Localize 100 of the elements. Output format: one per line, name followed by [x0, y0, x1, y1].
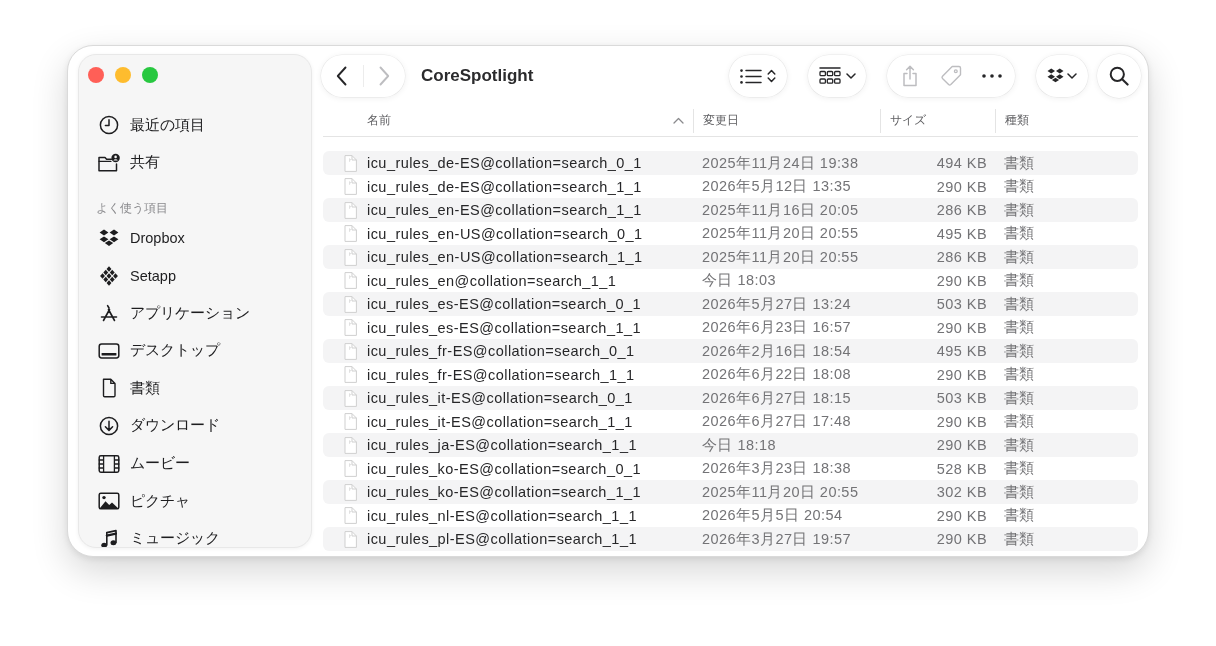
file-size: 290 KB	[936, 413, 987, 430]
modified-date: 今日 18:18	[702, 435, 776, 455]
modified-date: 2025年11月20日 20:55	[702, 482, 859, 502]
sidebar-item[interactable]: ピクチャ	[88, 490, 302, 513]
file-kind: 書類	[1004, 224, 1035, 243]
file-row[interactable]: icu_rules_en-ES@collation=search_1_1 2025年11月16日 20:05 286 KB 書類	[323, 198, 1138, 222]
film-icon	[98, 453, 120, 474]
dropbox-icon	[99, 229, 119, 247]
modified-date: 2026年5月27日 13:24	[702, 294, 851, 314]
modified-date: 2026年2月16日 18:54	[702, 341, 851, 361]
file-size: 290 KB	[936, 272, 987, 289]
column-header[interactable]: サイズ	[880, 108, 995, 133]
file-name: icu_rules_en@collation=search_1_1	[367, 272, 617, 289]
search-button[interactable]	[1097, 54, 1141, 98]
modified-date: 2026年6月27日 17:48	[702, 412, 851, 431]
file-row[interactable]: icu_rules_fr-ES@collation=search_0_1 2026年2月16日 18:54 495 KB 書類	[323, 339, 1138, 363]
file-row[interactable]: icu_rules_es-ES@collation=search_1_1 2026年6月23日 16:57 290 KB 書類	[323, 315, 1138, 340]
file-name: icu_rules_ja-ES@collation=search_1_1	[367, 437, 637, 453]
modified-date: 2026年6月27日 18:15	[702, 388, 851, 408]
file-icon	[344, 460, 357, 477]
file-row[interactable]: icu_rules_en@collation=search_1_1 今日 18:03 290 KB 書類	[323, 268, 1138, 293]
file-kind: 書類	[1004, 341, 1035, 361]
tag-icon	[940, 65, 962, 87]
file-row[interactable]: icu_rules_ja-ES@collation=search_1_1 今日 18:18 290 KB 書類	[323, 433, 1138, 457]
sidebar-item[interactable]: ミュージック	[88, 527, 302, 547]
file-row[interactable]: icu_rules_de-ES@collation=search_1_1 2026年5月12日 13:35 290 KB 書類	[323, 174, 1138, 199]
file-size: 495 KB	[936, 343, 987, 359]
file-size: 290 KB	[936, 531, 987, 547]
sidebar-item[interactable]: ムービー	[88, 452, 302, 475]
file-row[interactable]: icu_rules_fr-ES@collation=search_1_1 2026年6月22日 18:08 290 KB 書類	[323, 362, 1138, 387]
display-icon	[98, 341, 120, 360]
file-row[interactable]: icu_rules_pl-ES@collation=search_1_1 2026年3月27日 19:57 290 KB 書類	[323, 527, 1138, 551]
diamond-grid-icon	[100, 265, 118, 286]
picture-icon	[98, 492, 120, 511]
file-name: icu_rules_fr-ES@collation=search_0_1	[367, 343, 635, 359]
file-icon	[344, 178, 357, 195]
grid-icon	[818, 67, 841, 85]
file-row[interactable]: icu_rules_ko-ES@collation=search_1_1 2025年11月20日 20:55 302 KB 書類	[323, 480, 1138, 504]
file-row[interactable]: icu_rules_de-ES@collation=search_0_1 2025年11月24日 19:38 494 KB 書類	[323, 151, 1138, 175]
sidebar-item[interactable]: Dropbox	[88, 227, 302, 249]
file-kind: 書類	[1004, 365, 1035, 384]
modified-date: 2025年11月20日 20:55	[702, 224, 859, 243]
sidebar-item[interactable]: ダウンロード	[88, 414, 302, 437]
file-name: icu_rules_it-ES@collation=search_1_1	[367, 413, 633, 430]
sidebar-item[interactable]: アプリケーション	[88, 302, 302, 325]
chevron-down-icon	[1067, 73, 1077, 79]
file-row[interactable]: icu_rules_it-ES@collation=search_1_1 2026年6月27日 17:48 290 KB 書類	[323, 409, 1138, 434]
chevron-left-icon	[336, 66, 348, 86]
file-size: 286 KB	[936, 202, 987, 218]
file-row[interactable]: icu_rules_en-US@collation=search_0_1 2025年11月20日 20:55 495 KB 書類	[323, 221, 1138, 246]
sidebar-item[interactable]: Setapp	[88, 264, 302, 287]
modified-date: 今日 18:03	[702, 271, 776, 290]
modified-date: 2026年6月23日 16:57	[702, 318, 851, 337]
modified-date: 2025年11月16日 20:05	[702, 200, 859, 220]
search-icon	[1109, 66, 1129, 86]
file-size: 290 KB	[936, 319, 987, 336]
file-row[interactable]: icu_rules_nl-ES@collation=search_1_1 2026年5月5日 20:54 290 KB 書類	[323, 503, 1138, 528]
file-icon	[344, 201, 357, 219]
file-size: 495 KB	[936, 225, 987, 242]
file-row[interactable]: icu_rules_es-ES@collation=search_0_1 2026年5月27日 13:24 503 KB 書類	[323, 292, 1138, 316]
dropbox-menu-button[interactable]	[1036, 55, 1088, 97]
file-row[interactable]: icu_rules_en-US@collation=search_1_1 2025年11月20日 20:55 286 KB 書類	[323, 245, 1138, 269]
file-icon	[344, 319, 357, 336]
file-kind: 書類	[1004, 294, 1035, 314]
modified-date: 2026年5月5日 20:54	[702, 506, 843, 525]
download-icon	[99, 415, 119, 436]
file-name: icu_rules_en-US@collation=search_1_1	[367, 249, 643, 265]
file-kind: 書類	[1004, 482, 1035, 502]
file-row[interactable]: icu_rules_it-ES@collation=search_0_1 2026年6月27日 18:15 503 KB 書類	[323, 386, 1138, 410]
file-icon	[344, 436, 357, 454]
file-row[interactable]: icu_rules_ko-ES@collation=search_0_1 2026年3月23日 18:38 528 KB 書類	[323, 456, 1138, 481]
sidebar-item[interactable]: デスクトップ	[88, 339, 302, 362]
modified-date: 2026年5月12日 13:35	[702, 177, 851, 196]
file-size: 494 KB	[936, 155, 987, 171]
file-kind: 書類	[1004, 200, 1035, 220]
column-header[interactable]: 種類	[995, 108, 1138, 133]
share-icon	[902, 65, 919, 87]
sidebar-item[interactable]: 共有	[88, 151, 302, 174]
file-name: icu_rules_fr-ES@collation=search_1_1	[367, 366, 635, 383]
ellipsis-icon	[981, 74, 1002, 78]
zoom-button[interactable]	[142, 67, 158, 83]
modified-date: 2026年3月27日 19:57	[702, 529, 851, 549]
file-size: 290 KB	[936, 178, 987, 195]
sidebar-item[interactable]: 書類	[88, 377, 302, 400]
file-size: 503 KB	[936, 390, 987, 406]
file-name: icu_rules_en-US@collation=search_0_1	[367, 225, 643, 242]
file-name: icu_rules_es-ES@collation=search_1_1	[367, 319, 641, 336]
chevron-down-icon	[845, 73, 856, 79]
file-kind: 書類	[1004, 506, 1035, 525]
close-button[interactable]	[88, 67, 104, 83]
file-size: 286 KB	[936, 249, 987, 265]
file-size: 528 KB	[936, 460, 987, 477]
file-icon	[344, 248, 357, 266]
list-view-button[interactable]	[729, 55, 787, 97]
column-header[interactable]: 名前	[323, 108, 693, 133]
file-kind: 書類	[1004, 318, 1035, 337]
folder-title: CoreSpotlight	[421, 66, 534, 86]
column-header[interactable]: 変更日	[693, 108, 880, 133]
grid-view-button[interactable]	[808, 55, 866, 97]
sidebar-item[interactable]: 最近の項目	[88, 114, 302, 136]
